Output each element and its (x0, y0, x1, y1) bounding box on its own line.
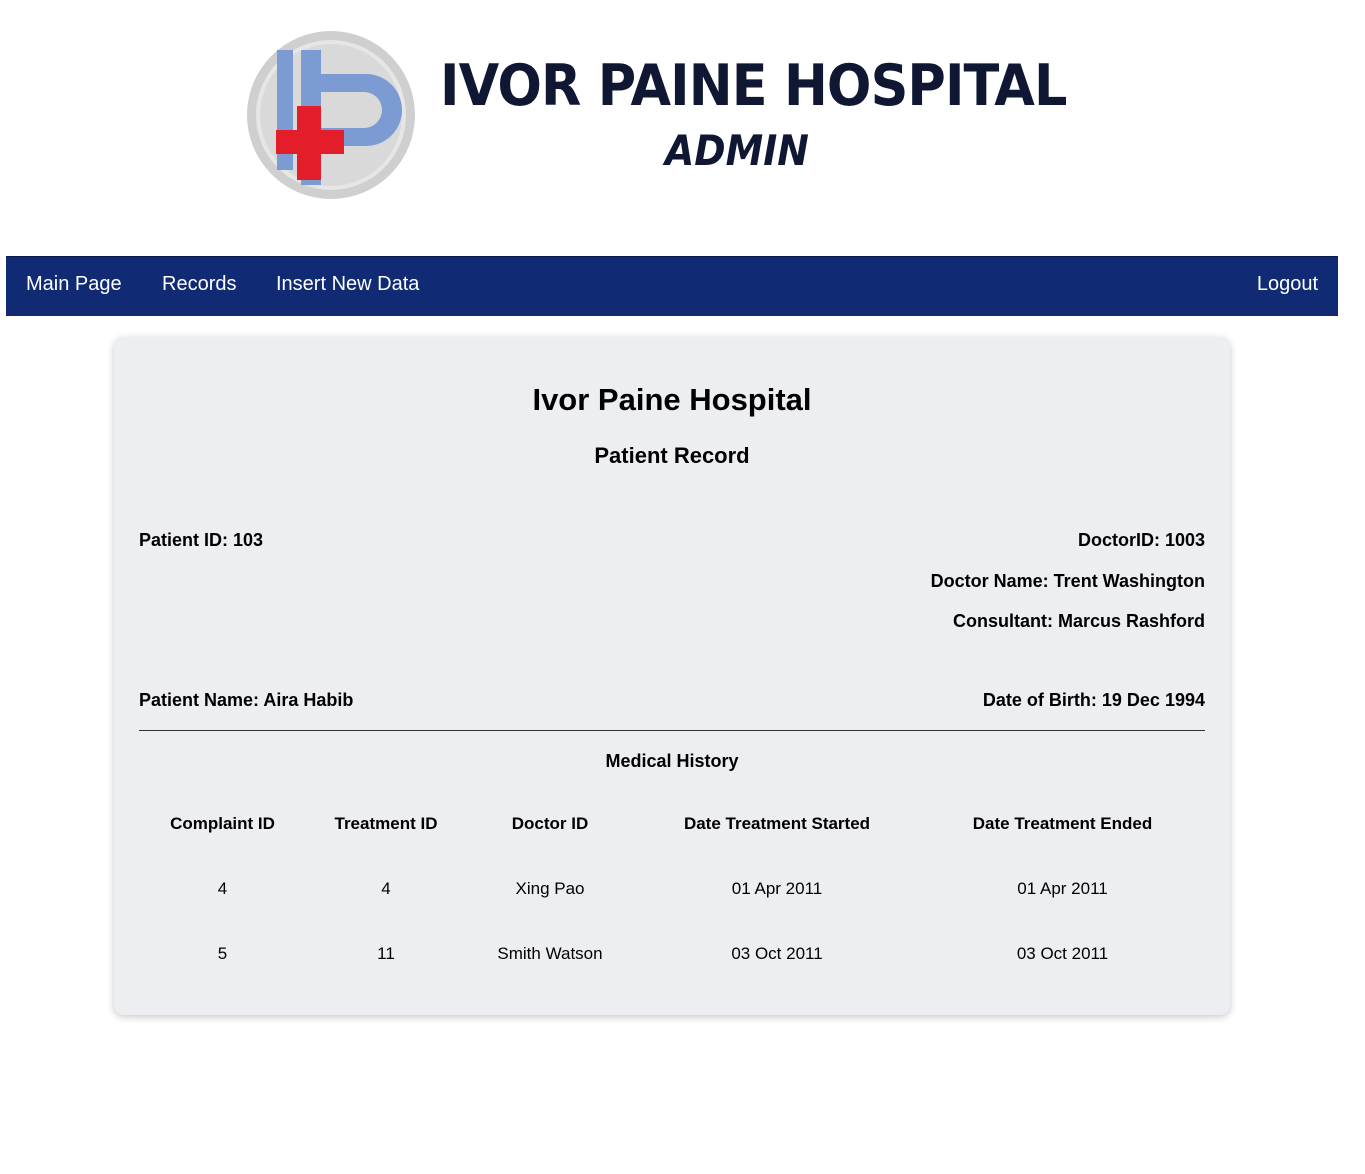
patient-id: Patient ID: 103 (139, 530, 264, 550)
cell-treatment-id: 4 (381, 878, 391, 898)
logo-title: IVOR PAINE HOSPITAL (440, 53, 1067, 119)
nav-records[interactable]: Records (162, 257, 236, 315)
hospital-name-heading: Ivor Paine Hospital (532, 382, 812, 417)
table-row: 4 4 Xing Pao 01 Apr 2011 01 Apr 2011 (139, 856, 1205, 921)
cell-date-ended: 03 Oct 2011 (1016, 943, 1109, 963)
medical-history-table: Complaint ID Treatment ID Doctor ID Date… (139, 792, 1205, 986)
cell-doctor-id: Smith Watson (497, 943, 603, 963)
column-header-doctor-id: Doctor ID (511, 814, 589, 833)
hospital-logo-icon (247, 31, 415, 199)
nav-main-page[interactable]: Main Page (26, 257, 122, 315)
cell-date-ended: 01 Apr 2011 (1017, 878, 1108, 898)
nav-insert-new-data[interactable]: Insert New Data (276, 257, 419, 315)
patient-name: Patient Name: Aira Habib (139, 690, 354, 710)
column-header-treatment-id: Treatment ID (334, 814, 438, 833)
medical-history-heading: Medical History (605, 751, 739, 771)
table-header-row: Complaint ID Treatment ID Doctor ID Date… (139, 792, 1205, 856)
cell-date-started: 01 Apr 2011 (731, 878, 823, 898)
cell-doctor-id: Xing Pao (515, 878, 585, 898)
column-header-complaint-id: Complaint ID (170, 814, 275, 833)
cell-treatment-id: 11 (377, 943, 395, 963)
doctor-id: DoctorID: 1003 (1077, 530, 1205, 550)
column-header-date-started: Date Treatment Started (683, 814, 871, 833)
hospital-logo: IVOR PAINE HOSPITAL ADMIN (244, 28, 1067, 204)
consultant-name: Consultant: Marcus Rashford (952, 611, 1205, 631)
column-header-date-ended: Date Treatment Ended (972, 814, 1153, 833)
cell-date-started: 03 Oct 2011 (731, 943, 823, 963)
doctor-name: Doctor Name: Trent Washington (930, 571, 1205, 591)
top-navbar: Main Page Records Insert New Data Logout (6, 256, 1338, 316)
logout-link[interactable]: Logout (1257, 257, 1318, 315)
patient-record-heading: Patient Record (594, 443, 750, 468)
cell-complaint-id: 5 (217, 943, 228, 963)
logo-subtitle: ADMIN (665, 126, 809, 175)
table-row: 5 11 Smith Watson 03 Oct 2011 03 Oct 201… (139, 921, 1205, 986)
section-divider (139, 730, 1205, 731)
page-header: IVOR PAINE HOSPITAL ADMIN (0, 0, 1365, 256)
cell-complaint-id: 4 (217, 878, 228, 898)
patient-record-card: Ivor Paine Hospital Patient Record Patie… (114, 337, 1230, 1015)
date-of-birth: Date of Birth: 19 Dec 1994 (982, 690, 1205, 710)
